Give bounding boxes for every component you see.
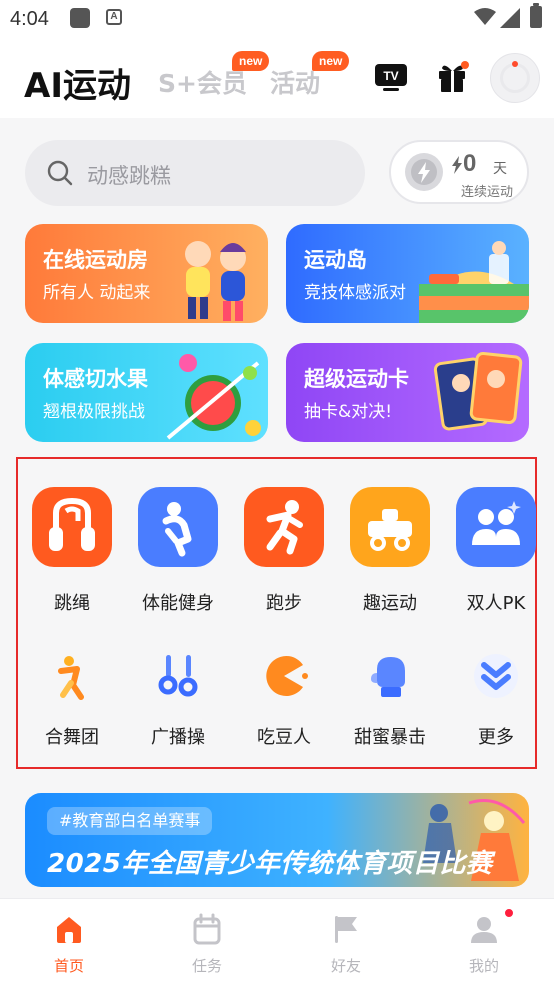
dance-icon (58, 656, 84, 700)
home-icon (57, 917, 81, 943)
new-badge: new (312, 51, 350, 71)
banner-title: 2025年全国青少年传统体育项目比赛 (47, 849, 493, 879)
card-title: 运动岛 (304, 248, 367, 272)
jump-rope-icon (32, 487, 112, 567)
bottom-nav: 首页 任务 好友 我的 (0, 898, 554, 984)
grid-label: 更多 (478, 727, 514, 748)
calendar-icon (193, 913, 221, 945)
card-subtitle: 翘根极限挑战 (43, 402, 145, 422)
nav-friends[interactable]: 好友 (277, 899, 415, 984)
fun-sport-icon (350, 487, 430, 567)
card-subtitle: 竞技体感派对 (304, 283, 406, 303)
grid-item-pacman[interactable]: 吃豆人 (232, 651, 336, 751)
notification-dot (503, 907, 515, 919)
nav-profile[interactable]: 我的 (415, 899, 553, 984)
tab-ai-sport[interactable]: AI运动 (24, 58, 131, 107)
card-online-room[interactable]: 在线运动房 所有人 动起来 (25, 224, 268, 323)
characters-illustration (185, 241, 246, 321)
grid-label: 跳绳 (54, 593, 90, 614)
grid-label: 吃豆人 (257, 727, 311, 748)
avatar-ring (500, 63, 530, 93)
pacman-icon (266, 656, 308, 696)
status-bar: 4:04 A (0, 0, 554, 36)
lightning-icon (405, 153, 443, 191)
wifi-icon (474, 8, 496, 25)
banner-tag: #教育部白名单赛事 (47, 807, 213, 835)
app-header: AI运动 S+会员 new 活动 new TV (0, 36, 554, 118)
grid-item-fitness[interactable]: 体能健身 (126, 487, 230, 617)
card-subtitle: 所有人 动起来 (43, 283, 151, 303)
flag-icon (335, 916, 357, 943)
grid-item-two-person-pk[interactable]: 双人PK (444, 487, 548, 617)
profile-icon (471, 917, 497, 943)
nav-home[interactable]: 首页 (0, 899, 138, 984)
event-banner[interactable]: #教育部白名单赛事 2025年全国青少年传统体育项目比赛 (25, 793, 529, 887)
grid-item-jump-rope[interactable]: 跳绳 (20, 487, 124, 617)
streak-unit: 天 (493, 161, 507, 177)
status-time: 4:04 (10, 8, 49, 30)
grid-label: 合舞团 (45, 727, 99, 748)
new-badge: new (232, 51, 270, 71)
card-super-card[interactable]: 超级运动卡 抽卡&对决! (286, 343, 529, 442)
broadcast-exercise-icon (158, 655, 198, 697)
card-sport-island[interactable]: 运动岛 竞技体感派对 (286, 224, 529, 323)
more-chevron-icon (474, 654, 518, 698)
card-title: 超级运动卡 (304, 367, 409, 391)
two-person-pk-icon (456, 487, 536, 567)
running-icon (244, 487, 324, 567)
trading-cards-illustration (433, 351, 523, 431)
grid-item-fun-sport[interactable]: 趣运动 (338, 487, 442, 617)
grid-item-broadcast-exercise[interactable]: 广播操 (126, 651, 230, 751)
grid-item-boxing[interactable]: 甜蜜暴击 (338, 651, 442, 751)
card-title: 在线运动房 (43, 248, 148, 272)
boxing-glove-icon (371, 657, 405, 697)
nav-label: 好友 (330, 957, 361, 975)
fitness-icon (138, 487, 218, 567)
streak-count: 0 (463, 150, 477, 177)
nav-tasks[interactable]: 任务 (138, 899, 276, 984)
tv-icon-label: TV (383, 69, 398, 83)
grid-item-dance[interactable]: 合舞团 (20, 651, 124, 751)
grid-label: 甜蜜暴击 (354, 727, 426, 748)
streak-label: 连续运动 (461, 185, 514, 200)
nav-label: 首页 (53, 957, 84, 975)
notification-square-icon (70, 8, 90, 28)
grid-label: 趣运动 (363, 593, 417, 614)
grid-label: 跑步 (266, 593, 302, 614)
avatar[interactable] (490, 53, 540, 103)
island-illustration (419, 241, 529, 323)
fruit-illustration (166, 354, 261, 440)
search-bar[interactable]: 动感跳糕 (25, 140, 365, 206)
card-fruit-cut[interactable]: 体感切水果 翘根极限挑战 (25, 343, 268, 442)
grid-label: 双人PK (466, 593, 526, 614)
card-subtitle: 抽卡&对决! (304, 402, 393, 422)
search-placeholder: 动感跳糕 (87, 164, 171, 188)
grid-item-more[interactable]: 更多 (444, 651, 548, 751)
card-title: 体感切水果 (43, 367, 148, 391)
signal-icon (500, 8, 520, 28)
search-icon (47, 160, 73, 186)
battery-icon (530, 3, 542, 28)
gift-icon[interactable] (436, 60, 470, 94)
streak-widget[interactable]: 0 天 连续运动 (389, 140, 529, 204)
nav-label: 任务 (191, 957, 222, 975)
sport-mode-grid: 跳绳 体能健身 跑步 趣运动 双人PK 合舞团 广播操 吃豆人 甜蜜暴击 更多 (16, 457, 537, 769)
nav-label: 我的 (468, 957, 499, 975)
grid-label: 体能健身 (142, 593, 214, 614)
avatar-dot (512, 61, 518, 67)
notification-app-icon: A (106, 9, 122, 25)
grid-item-running[interactable]: 跑步 (232, 487, 336, 617)
bolt-small-icon (452, 156, 462, 174)
grid-label: 广播操 (151, 727, 205, 748)
tv-icon[interactable]: TV (374, 63, 408, 93)
